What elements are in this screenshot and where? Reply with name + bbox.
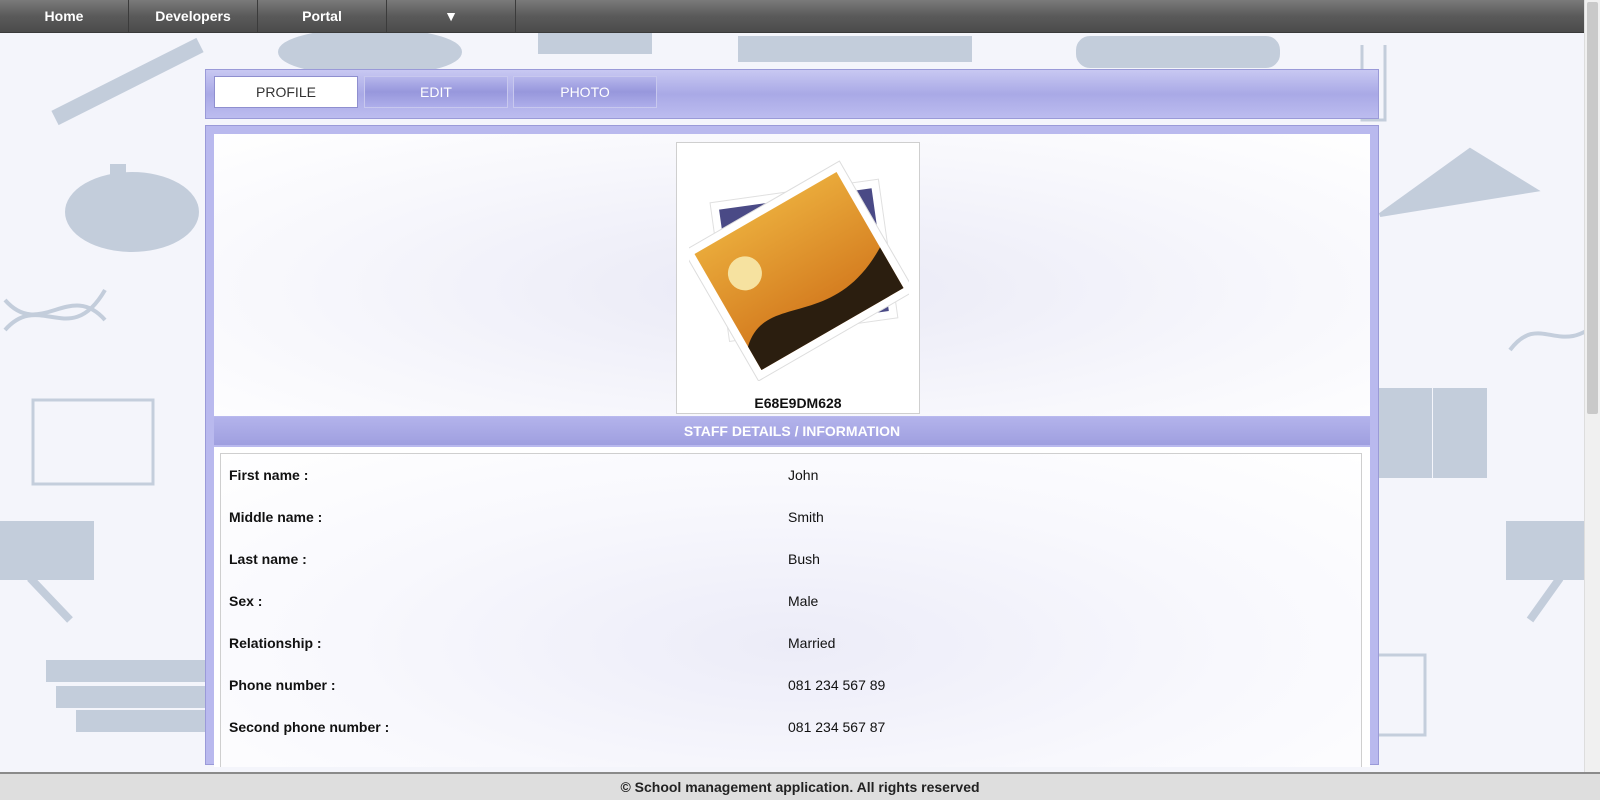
calendar-doodle-icon bbox=[31, 398, 155, 486]
vertical-scrollbar[interactable] bbox=[1584, 0, 1600, 772]
staff-details-header: STAFF DETAILS / INFORMATION bbox=[214, 417, 1370, 445]
detail-label: First name : bbox=[229, 467, 309, 483]
detail-row-phone-number: Phone number : 081 234 567 89 bbox=[221, 677, 1361, 701]
palette-doodle-icon bbox=[278, 28, 462, 76]
profile-photo-card: E68E9DM628 bbox=[676, 142, 920, 414]
detail-row-first-name: First name : John bbox=[221, 467, 1361, 491]
pizza-doodle-icon bbox=[1378, 147, 1541, 217]
nav-developers[interactable]: Developers bbox=[129, 0, 258, 32]
photo-area: E68E9DM628 bbox=[214, 134, 1370, 416]
top-navigation: Home Developers Portal ▼ bbox=[0, 0, 1584, 33]
footer-copyright: © School management application. All rig… bbox=[620, 779, 980, 795]
footer: © School management application. All rig… bbox=[0, 772, 1600, 800]
image-placeholder-icon bbox=[689, 160, 909, 381]
detail-label: Relationship : bbox=[229, 635, 322, 651]
detail-row-second-phone-number: Second phone number : 081 234 567 87 bbox=[221, 719, 1361, 743]
staff-details-table: First name : John Middle name : Smith La… bbox=[220, 453, 1362, 767]
profile-panel: E68E9DM628 STAFF DETAILS / INFORMATION F… bbox=[205, 125, 1379, 767]
books-top-doodle-icon bbox=[538, 30, 972, 62]
detail-value: John bbox=[788, 467, 819, 483]
scrollbar-thumb[interactable] bbox=[1587, 2, 1598, 414]
binders-doodle-icon bbox=[1378, 388, 1487, 478]
detail-label: Second phone number : bbox=[229, 719, 390, 735]
detail-row-relationship: Relationship : Married bbox=[221, 635, 1361, 659]
dna-doodle-icon bbox=[3, 288, 107, 332]
books-doodle-icon bbox=[46, 660, 210, 732]
paint-tray-doodle-icon bbox=[1076, 36, 1280, 68]
nav-dropdown-toggle[interactable]: ▼ bbox=[387, 0, 516, 32]
detail-row-sex: Sex : Male bbox=[221, 593, 1361, 617]
detail-value: Bush bbox=[788, 551, 820, 567]
monitor-doodle-icon bbox=[0, 521, 94, 623]
detail-label: Middle name : bbox=[229, 509, 323, 525]
detail-value: Smith bbox=[788, 509, 824, 525]
nav-portal[interactable]: Portal bbox=[258, 0, 387, 32]
profile-tab-bar: PROFILE EDIT PHOTO bbox=[205, 69, 1379, 119]
caret-down-icon: ▼ bbox=[444, 8, 458, 24]
detail-label: Last name : bbox=[229, 551, 307, 567]
detail-label: Sex : bbox=[229, 593, 263, 609]
tab-photo[interactable]: PHOTO bbox=[513, 76, 657, 108]
detail-value: Married bbox=[788, 635, 836, 651]
detail-row-last-name: Last name : Bush bbox=[221, 551, 1361, 575]
detail-value: Male bbox=[788, 593, 819, 609]
detail-row-middle-name: Middle name : Smith bbox=[221, 509, 1361, 533]
staff-id: E68E9DM628 bbox=[754, 395, 842, 411]
nav-home[interactable]: Home bbox=[0, 0, 129, 32]
detail-value: 081 234 567 89 bbox=[788, 677, 886, 693]
staff-details: First name : John Middle name : Smith La… bbox=[214, 447, 1370, 767]
detail-value: 081 234 567 87 bbox=[788, 719, 886, 735]
detail-label: Phone number : bbox=[229, 677, 336, 693]
tab-profile[interactable]: PROFILE bbox=[214, 76, 358, 108]
tab-edit[interactable]: EDIT bbox=[364, 76, 508, 108]
apple-doodle-icon bbox=[65, 164, 199, 252]
pencil-doodle-icon bbox=[51, 37, 204, 126]
